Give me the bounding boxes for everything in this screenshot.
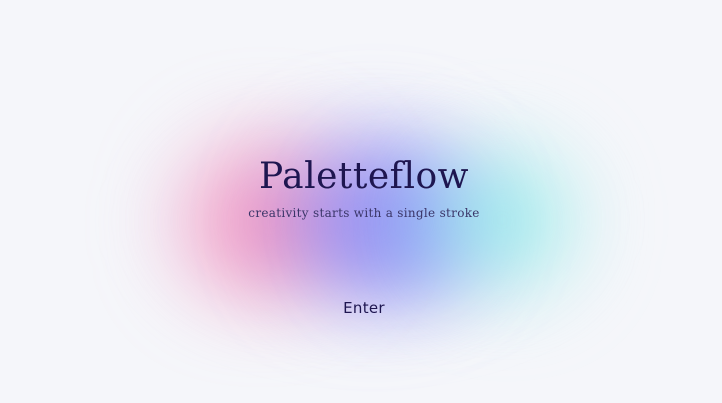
app-tagline: creativity starts with a single stroke <box>248 206 480 220</box>
app-title: Paletteflow <box>259 156 469 197</box>
splash-screen: Paletteflow creativity starts with a sin… <box>0 0 722 403</box>
enter-button[interactable]: Enter <box>324 295 404 321</box>
